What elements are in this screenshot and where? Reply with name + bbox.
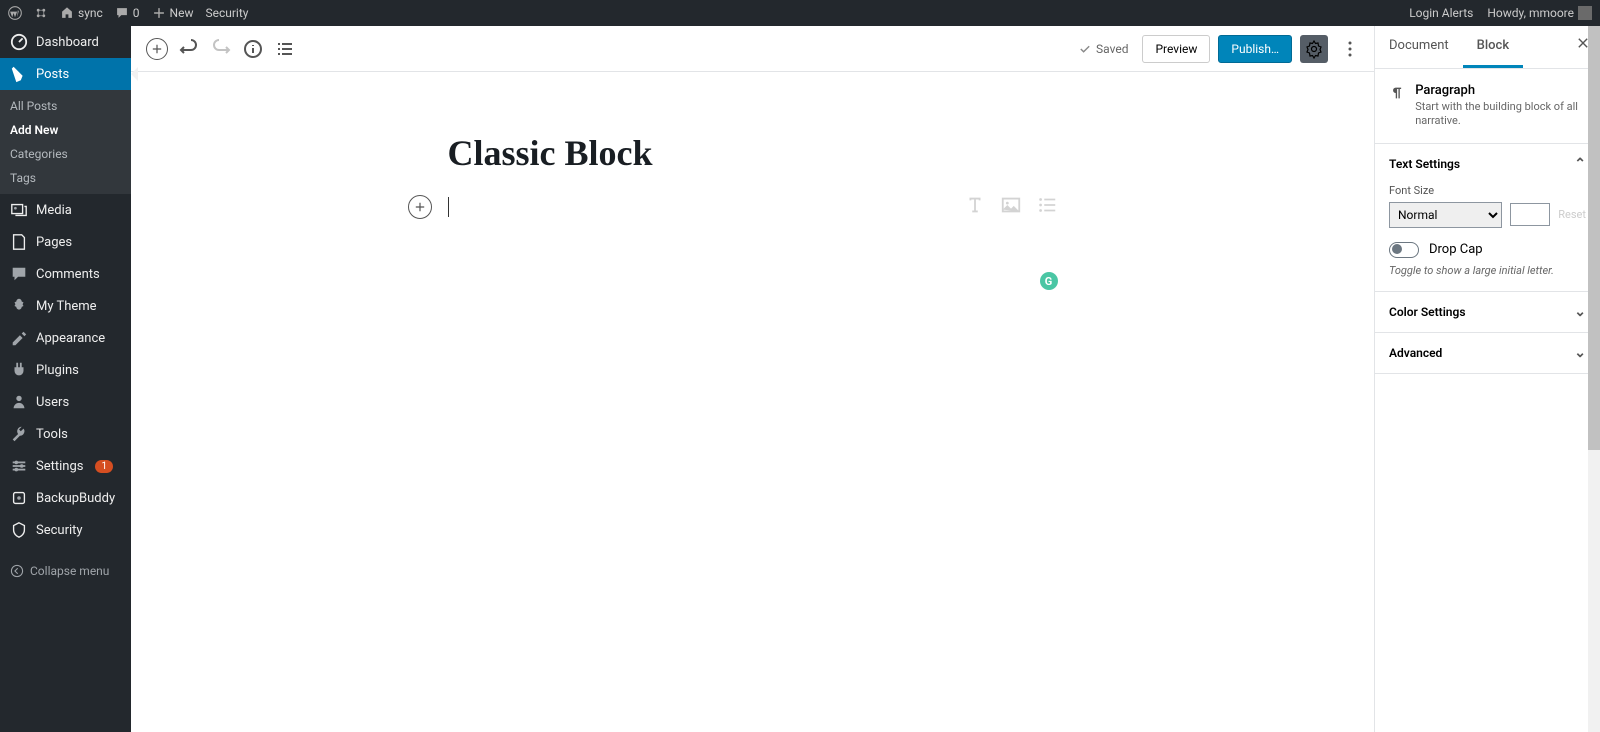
submenu-add-new[interactable]: Add New [0, 118, 131, 142]
security-link[interactable]: Security [205, 6, 248, 20]
block-header: Paragraph Start with the building block … [1375, 69, 1600, 144]
preview-button[interactable]: Preview [1142, 35, 1210, 63]
dropcap-hint: Toggle to show a large initial letter. [1389, 264, 1586, 277]
list-placeholder-icon [1036, 194, 1058, 220]
menu-plugins[interactable]: Plugins [0, 354, 131, 386]
add-block-button[interactable] [141, 33, 173, 65]
editor: Saved Preview Publish… Classic Block G [131, 26, 1374, 732]
more-menu[interactable] [1336, 35, 1364, 63]
menu-settings[interactable]: Settings1 [0, 450, 131, 482]
dropcap-label: Drop Cap [1429, 242, 1483, 257]
tab-document[interactable]: Document [1375, 26, 1463, 68]
avatar [1578, 6, 1592, 20]
paragraph-icon [1389, 83, 1405, 103]
text-cursor [448, 197, 449, 217]
menu-pages[interactable]: Pages [0, 226, 131, 258]
settings-toggle[interactable] [1300, 35, 1328, 63]
font-size-select[interactable]: Normal [1389, 202, 1502, 228]
block-nav-button[interactable] [269, 33, 301, 65]
font-size-label: Font Size [1389, 184, 1586, 197]
menu-comments[interactable]: Comments [0, 258, 131, 290]
admin-sidebar: Dashboard Posts All Posts Add New Catego… [0, 26, 131, 732]
grammarly-icon[interactable]: G [1040, 272, 1058, 290]
editor-toolbar: Saved Preview Publish… [131, 26, 1374, 72]
menu-users[interactable]: Users [0, 386, 131, 418]
menu-security[interactable]: Security [0, 514, 131, 546]
undo-button[interactable] [173, 33, 205, 65]
network-admin[interactable] [34, 6, 48, 20]
submenu-all-posts[interactable]: All Posts [0, 94, 131, 118]
submenu-tags[interactable]: Tags [0, 166, 131, 190]
login-alerts[interactable]: Login Alerts [1409, 6, 1473, 20]
menu-backupbuddy[interactable]: BackupBuddy [0, 482, 131, 514]
wp-logo[interactable] [8, 6, 22, 20]
panel-color-settings[interactable]: Color Settings⌄ [1375, 292, 1600, 332]
paragraph-block[interactable] [448, 194, 1058, 220]
menu-dashboard[interactable]: Dashboard [0, 26, 131, 58]
content-info-button[interactable] [237, 33, 269, 65]
post-title[interactable]: Classic Block [448, 132, 1058, 174]
reset-button: Reset [1558, 208, 1586, 221]
comments-link[interactable]: 0 [115, 6, 140, 20]
submenu-categories[interactable]: Categories [0, 142, 131, 166]
block-type-desc: Start with the building block of all nar… [1415, 100, 1586, 129]
scrollbar-thumb[interactable] [1588, 26, 1600, 450]
panel-text-settings[interactable]: Text Settings⌃ [1375, 144, 1600, 184]
menu-tools[interactable]: Tools [0, 418, 131, 450]
chevron-up-icon: ⌃ [1574, 156, 1586, 172]
font-size-input[interactable] [1510, 203, 1550, 226]
inspector-sidebar: Document Block Paragraph Start with the … [1374, 26, 1600, 732]
menu-mytheme[interactable]: My Theme [0, 290, 131, 322]
publish-button[interactable]: Publish… [1218, 35, 1292, 63]
image-placeholder-icon [1000, 194, 1022, 220]
howdy[interactable]: Howdy, mmoore [1487, 6, 1592, 20]
chevron-down-icon: ⌄ [1574, 345, 1586, 361]
dropcap-toggle[interactable] [1389, 242, 1419, 258]
saved-status: Saved [1078, 42, 1128, 56]
menu-posts[interactable]: Posts [0, 58, 131, 90]
editor-canvas[interactable]: Classic Block G [131, 72, 1374, 732]
text-placeholder-icon [964, 194, 986, 220]
menu-appearance[interactable]: Appearance [0, 322, 131, 354]
settings-badge: 1 [95, 460, 113, 473]
admin-bar: sync 0 New Security Login Alerts Howdy, … [0, 0, 1600, 26]
redo-button [205, 33, 237, 65]
block-type-label: Paragraph [1415, 83, 1586, 98]
menu-media[interactable]: Media [0, 194, 131, 226]
collapse-menu[interactable]: Collapse menu [0, 556, 119, 586]
new-link[interactable]: New [152, 6, 194, 20]
site-link[interactable]: sync [60, 6, 103, 20]
panel-advanced[interactable]: Advanced⌄ [1375, 333, 1600, 373]
tab-block[interactable]: Block [1463, 26, 1523, 68]
scrollbar[interactable] [1588, 26, 1600, 732]
chevron-down-icon: ⌄ [1574, 304, 1586, 320]
insert-block-icon[interactable] [408, 195, 432, 219]
